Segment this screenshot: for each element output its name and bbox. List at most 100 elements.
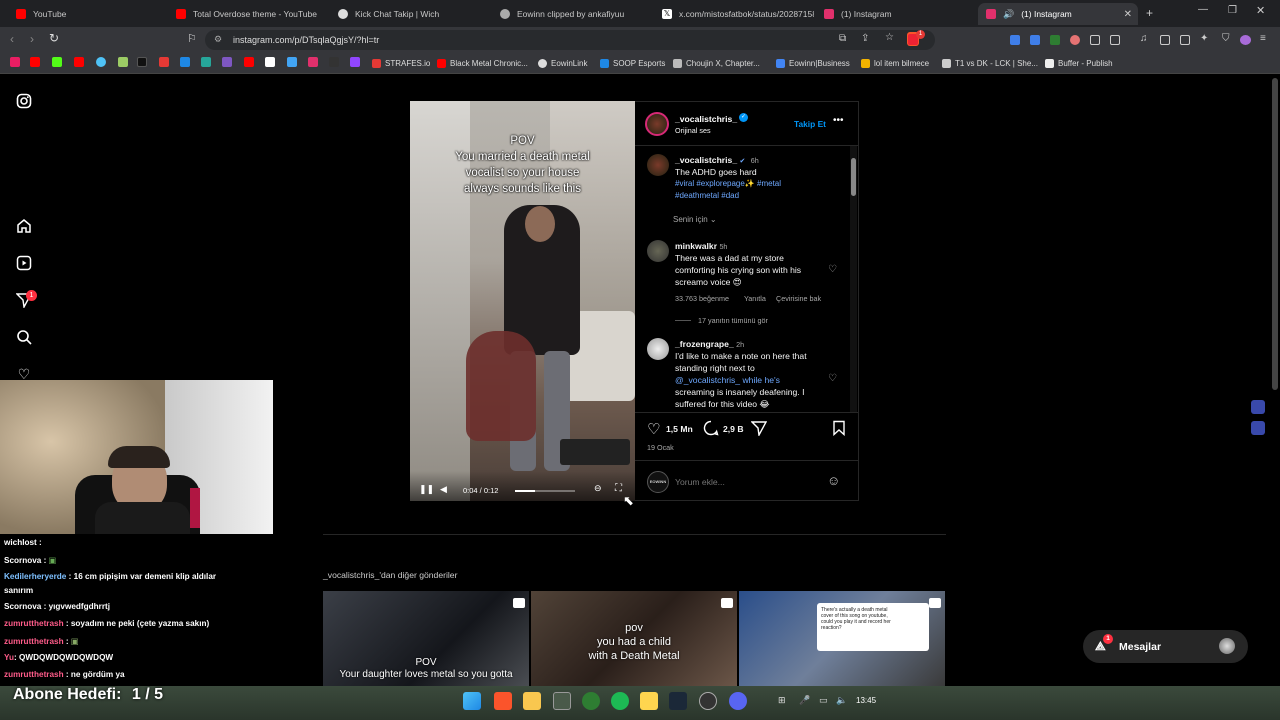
tab-kick-chat[interactable]: Kick Chat Takip | Wich [330,3,490,25]
bookmark-choujin[interactable]: Choujin X, Chapter... [673,57,760,70]
menu-icon[interactable]: ≡ [1260,33,1266,44]
search-icon[interactable] [16,329,32,345]
youtube-icon[interactable] [30,57,40,67]
instagram-logo-icon[interactable] [16,93,32,109]
comment-icon[interactable] [703,420,719,441]
bookmark-icon[interactable] [159,57,169,67]
like-icon[interactable]: ♡ [647,420,660,438]
comment-username[interactable]: minkwalkr [675,241,717,251]
caption-hashtags[interactable]: #viral #explorepage✨ #metal [675,178,781,190]
more-options-icon[interactable]: ••• [833,115,844,126]
vpn-icon[interactable]: ⛉ [1222,33,1230,44]
share-icon[interactable] [750,420,768,441]
like-comment-icon[interactable]: ♡ [828,373,837,384]
fullscreen-icon[interactable]: ⛶ [615,483,622,494]
bookmark-eowinn-business[interactable]: Eowinn|Business [776,57,850,70]
audio-label[interactable]: Orijinal ses [675,126,711,135]
youtube-icon[interactable] [244,57,254,67]
tab-instagram[interactable]: (1) Instagram [816,3,976,25]
wallet-icon[interactable] [1180,35,1190,45]
mic-icon[interactable]: 🎤 [799,695,810,706]
close-tab-icon[interactable]: ✕ [1124,9,1132,20]
extension-icon[interactable] [1070,35,1080,45]
close-window-icon[interactable]: ✕ [1256,4,1265,17]
commenter-avatar[interactable] [647,240,669,262]
comment-mention[interactable]: @_vocalistchris_ while he's [675,374,780,386]
clock[interactable]: 13:45 [856,696,876,705]
caption-hashtags[interactable]: #deathmetal #dad [675,190,739,202]
like-comment-icon[interactable]: ♡ [828,264,837,275]
page-scrollbar[interactable] [1272,78,1278,390]
comment-input[interactable] [675,473,815,491]
bookmark-icon[interactable] [287,57,297,67]
caption-username[interactable]: _vocalistchris_ [675,155,737,165]
bookmark-buffer[interactable]: Buffer - Publish [1045,57,1113,70]
youtube-icon[interactable] [74,57,84,67]
messages-button[interactable]: ⟁ 1 Mesajlar [1083,630,1248,663]
bookmark-icon[interactable] [96,57,106,67]
settings-icon[interactable]: ⊖ [594,483,602,494]
volume-icon[interactable]: ◀ [440,484,447,495]
puzzle-icon[interactable] [1090,35,1100,45]
bookmark-t1-dk[interactable]: T1 vs DK - LCK | She... [942,57,1038,70]
extension-icon[interactable] [1010,35,1020,45]
forward-icon[interactable]: › [30,32,34,46]
bookmark-black-metal[interactable]: Black Metal Chronic... [437,57,528,70]
instagram-icon[interactable] [308,57,318,67]
author-avatar[interactable] [647,154,669,176]
notes-icon[interactable] [640,692,658,710]
reload-icon[interactable]: ↻ [49,31,59,45]
bookmark-icon[interactable] [329,57,339,67]
tab-instagram-active[interactable]: 🔊 (1) Instagram ✕ [978,3,1138,25]
likes-count[interactable]: 1,5 Mn [666,424,693,434]
sort-dropdown[interactable]: Senin için ⌄ [673,215,717,224]
url-bar[interactable]: ⚙ instagram.com/p/DTsqlaQgjsY/?hl=tr ⧉ ⇪… [205,30,935,50]
comment-likes[interactable]: 33.763 beğenme [675,294,729,303]
pause-icon[interactable]: ❚❚ [419,484,434,495]
bookmark-eowinlink[interactable]: EowinLink [538,57,587,70]
maximize-icon[interactable]: ❐ [1228,5,1237,16]
folder-icon[interactable] [523,692,541,710]
minimize-icon[interactable]: — [1198,4,1208,15]
view-replies-button[interactable]: 17 yanıtın tümünü gör [698,316,768,325]
bookmark-lol-item[interactable]: lol item bilmece [861,57,929,70]
leo-icon[interactable] [1240,35,1251,45]
open-external-icon[interactable]: ⧉ [839,33,846,44]
discord-icon[interactable] [729,692,747,710]
obs-icon[interactable] [699,692,717,710]
more-post-thumb[interactable]: pov you had a child with a Death Metal [531,591,737,686]
bookmark-star-icon[interactable]: ☆ [885,32,894,43]
comments-count[interactable]: 2,9 B [723,424,744,434]
save-icon[interactable] [832,420,846,441]
brave-icon[interactable] [494,692,512,710]
back-icon[interactable]: ‹ [10,32,14,46]
x-icon[interactable] [265,57,275,67]
ai-icon[interactable]: ✦ [1200,33,1208,44]
reels-icon[interactable] [16,255,32,271]
spotify-icon[interactable] [611,692,629,710]
start-icon[interactable] [463,692,481,710]
sidebar-icon[interactable] [1110,35,1120,45]
bookmark-icon[interactable]: ⚐ [187,32,197,45]
bookmark-strafes[interactable]: STRAFES.io [372,57,430,70]
tool-icon[interactable] [553,692,571,710]
more-post-thumb[interactable]: POV Your daughter loves metal so you got… [323,591,529,686]
video-progress-track[interactable] [515,490,575,492]
bookmark-soop[interactable]: SOOP Esports [600,57,665,70]
volume-icon[interactable]: 🔈 [836,695,847,706]
reply-button[interactable]: Yanıtla [744,294,766,303]
bookmark-icon[interactable] [222,57,232,67]
site-info-icon[interactable]: ⚙ [214,34,222,45]
extension-icon[interactable] [1050,35,1060,45]
tiktok-icon[interactable] [137,57,147,67]
commenter-avatar[interactable] [647,338,669,360]
tab-eowinn-clip[interactable]: Eowinn clipped by ankafiyuu [492,3,652,25]
network-icon[interactable]: ▭ [819,695,828,706]
follow-button[interactable]: Takip Et [794,119,826,129]
bookmark-icon[interactable] [10,57,20,67]
translate-float-icon[interactable] [1251,421,1265,435]
music-icon[interactable]: ♫ [1140,33,1148,44]
tab-youtube[interactable]: YouTube [8,3,168,25]
bookmark-icon[interactable] [201,57,211,67]
extension-float-icon[interactable] [1251,400,1265,414]
